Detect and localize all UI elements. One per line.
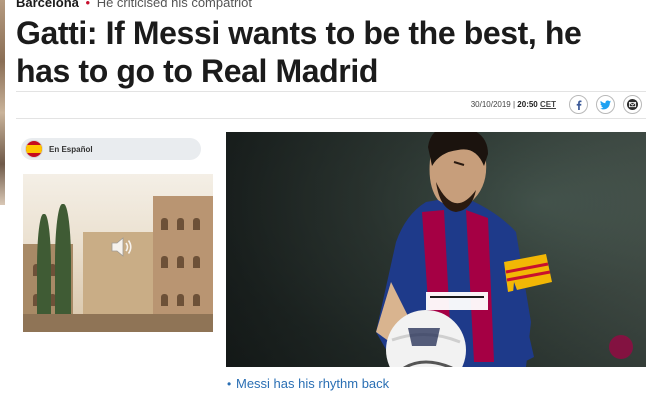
share-facebook-button[interactable] [569, 95, 588, 114]
article-headline: Gatti: If Messi wants to be the best, he… [16, 15, 582, 89]
related-bullet: • [227, 377, 232, 391]
language-switch-button[interactable]: En Español [21, 138, 201, 160]
related-article-link[interactable]: Messi has his rhythm back [236, 376, 389, 391]
facebook-icon [576, 100, 581, 110]
article-kicker: Barcelona • He criticised his compatriot [16, 0, 252, 11]
divider-top [16, 91, 646, 92]
divider-bottom [16, 118, 646, 119]
speaker-icon[interactable] [109, 234, 135, 260]
article-date: 30/10/2019 [470, 100, 511, 109]
spain-flag-icon [26, 141, 42, 157]
video-tree [55, 204, 71, 332]
share-email-button[interactable] [623, 95, 642, 114]
section-link[interactable]: Barcelona [16, 0, 79, 10]
hero-photo [226, 132, 646, 367]
email-icon [627, 99, 638, 110]
article-timezone: CET [540, 100, 556, 109]
article-subtitle: He criticised his compatriot [96, 0, 253, 10]
kicker-separator: • [85, 0, 91, 10]
date-divider: | [512, 100, 516, 109]
twitter-icon [600, 99, 611, 109]
share-twitter-button[interactable] [596, 95, 615, 114]
video-building [153, 196, 213, 332]
language-label: En Español [49, 144, 93, 154]
player-with-ball [226, 132, 646, 367]
article-date-time: 30/10/2019 | 20:50 CET [471, 100, 556, 109]
video-ground [23, 314, 213, 332]
article-time: 20:50 [517, 100, 538, 109]
edge-image-strip [0, 0, 5, 205]
video-player[interactable] [23, 174, 213, 332]
